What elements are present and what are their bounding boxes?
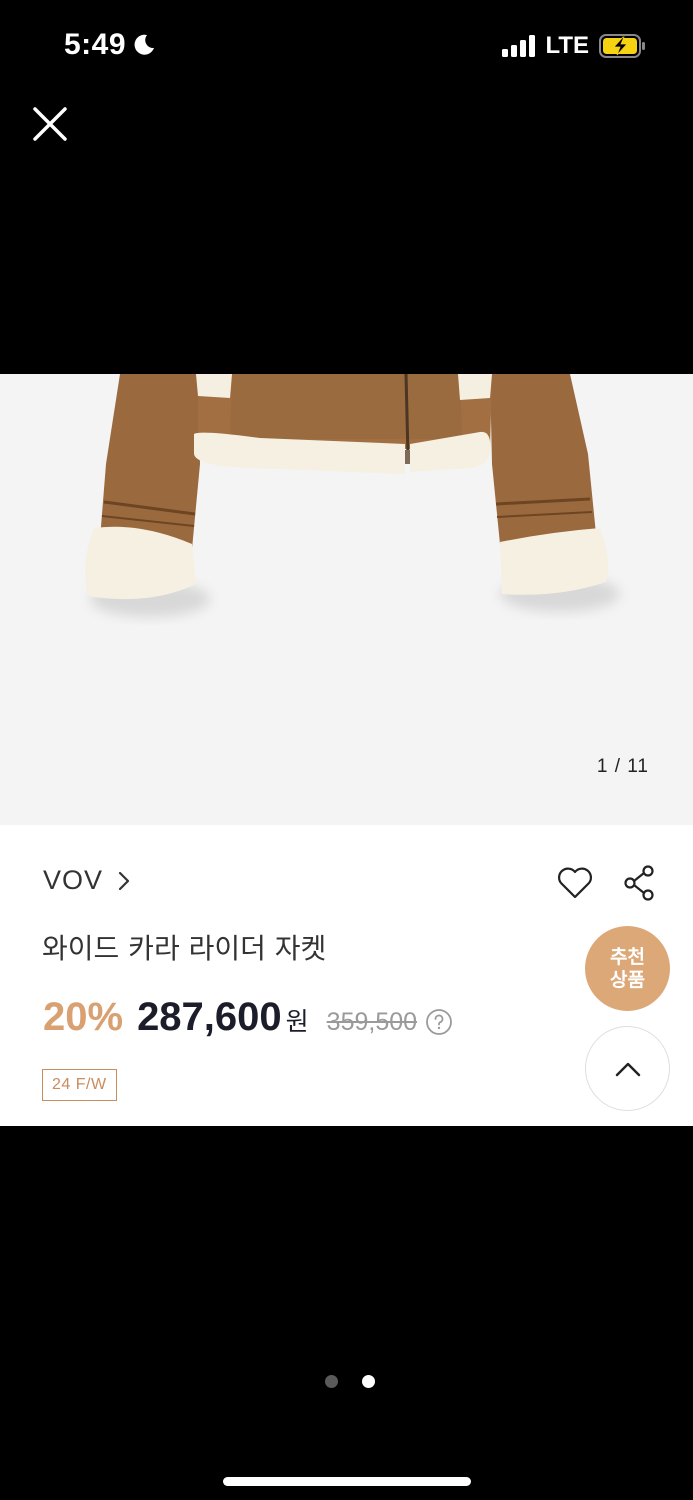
scroll-top-button[interactable] bbox=[585, 1026, 670, 1111]
season-tag: 24 F/W bbox=[42, 1069, 117, 1101]
original-price: 359,500 bbox=[326, 1008, 418, 1036]
signal-icon bbox=[502, 35, 536, 57]
status-time-text: 5:49 bbox=[64, 28, 127, 61]
moon-icon bbox=[134, 34, 155, 55]
chevron-up-icon bbox=[615, 1062, 640, 1076]
recommend-label-line1: 추천 bbox=[610, 945, 645, 968]
status-indicators: LTE bbox=[502, 32, 647, 60]
close-icon[interactable] bbox=[28, 102, 72, 146]
home-indicator[interactable] bbox=[223, 1477, 471, 1486]
pager-dot[interactable] bbox=[325, 1375, 338, 1388]
image-pager bbox=[325, 1375, 375, 1388]
network-type: LTE bbox=[545, 32, 589, 59]
product-image-area[interactable]: 1 / 11 bbox=[0, 374, 693, 825]
status-time: 5:49 bbox=[64, 28, 156, 62]
recommend-label-line2: 상품 bbox=[610, 968, 645, 991]
currency-unit: 원 bbox=[285, 1007, 309, 1036]
recommend-products-button[interactable]: 추천 상품 bbox=[585, 926, 670, 1011]
pager-dot-active[interactable] bbox=[362, 1375, 375, 1388]
price-row: 20% 287,600 원 359,500 bbox=[43, 995, 453, 1040]
battery-charging-icon bbox=[599, 34, 645, 58]
sale-price: 287,600 bbox=[137, 995, 282, 1039]
discount-rate: 20% bbox=[43, 995, 124, 1039]
product-name: 와이드 카라 라이더 자켓 bbox=[42, 932, 327, 965]
product-image bbox=[85, 374, 620, 617]
question-icon[interactable] bbox=[425, 1008, 453, 1036]
chevron-right-icon bbox=[118, 871, 130, 890]
brand-link[interactable]: VOV bbox=[43, 865, 131, 896]
image-counter: 1 / 11 bbox=[596, 756, 649, 777]
heart-icon[interactable] bbox=[556, 865, 594, 901]
share-icon[interactable] bbox=[622, 865, 656, 901]
brand-name: VOV bbox=[43, 865, 104, 895]
